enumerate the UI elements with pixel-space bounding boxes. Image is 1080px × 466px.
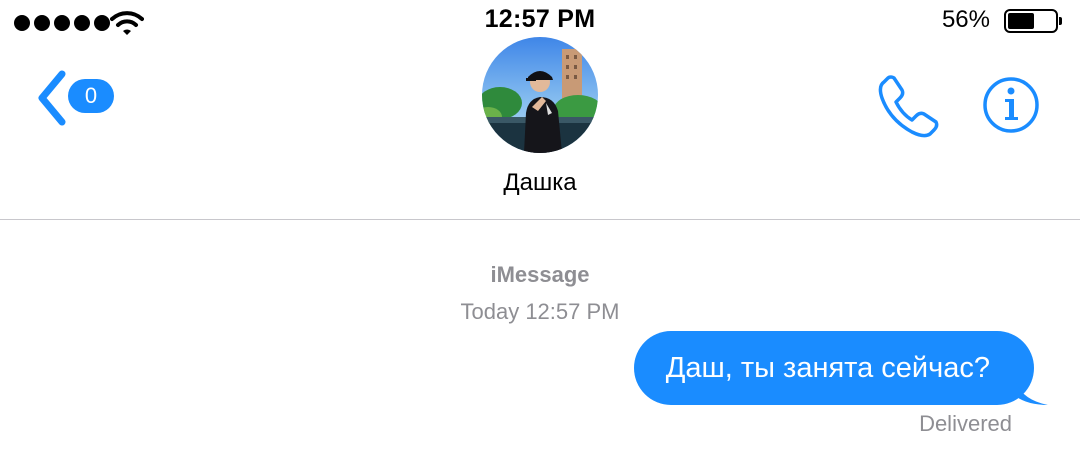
delivery-status: Delivered — [919, 411, 1012, 436]
info-button[interactable] — [982, 76, 1040, 134]
conversation-header: 0 Дашка — [0, 37, 1080, 220]
message-row: Даш, ты занята сейчас? — [633, 331, 1048, 405]
imessage-conversation-screen: 12:57 PM 56% 0 Дашка iMessage Today 12:5… — [0, 0, 1080, 466]
status-time: 12:57 PM — [484, 5, 596, 33]
battery-percentage: 56% — [941, 6, 990, 33]
contact-name: Дашка — [503, 169, 577, 196]
phone-icon — [878, 75, 939, 138]
unread-count-badge: 0 — [68, 79, 114, 113]
outgoing-message-bubble[interactable]: Даш, ты занята сейчас? — [633, 331, 1048, 405]
message-timestamp: Today 12:57 PM — [460, 299, 620, 324]
contact-details-button[interactable]: Дашка — [440, 37, 640, 197]
avatar — [482, 37, 598, 153]
chevron-left-icon — [38, 70, 66, 126]
bubble-tail — [1014, 375, 1048, 405]
info-icon — [983, 77, 1039, 133]
contact-photo-icon — [482, 37, 598, 153]
service-label: iMessage — [490, 262, 590, 287]
status-bar: 12:57 PM 56% — [0, 0, 1080, 40]
call-button[interactable] — [876, 72, 942, 138]
battery-icon — [1004, 9, 1062, 33]
message-text: Даш, ты занята сейчас? — [665, 352, 990, 384]
battery-level-fill — [1008, 13, 1034, 29]
battery-nub — [1059, 17, 1062, 25]
back-button[interactable]: 0 — [34, 70, 124, 126]
